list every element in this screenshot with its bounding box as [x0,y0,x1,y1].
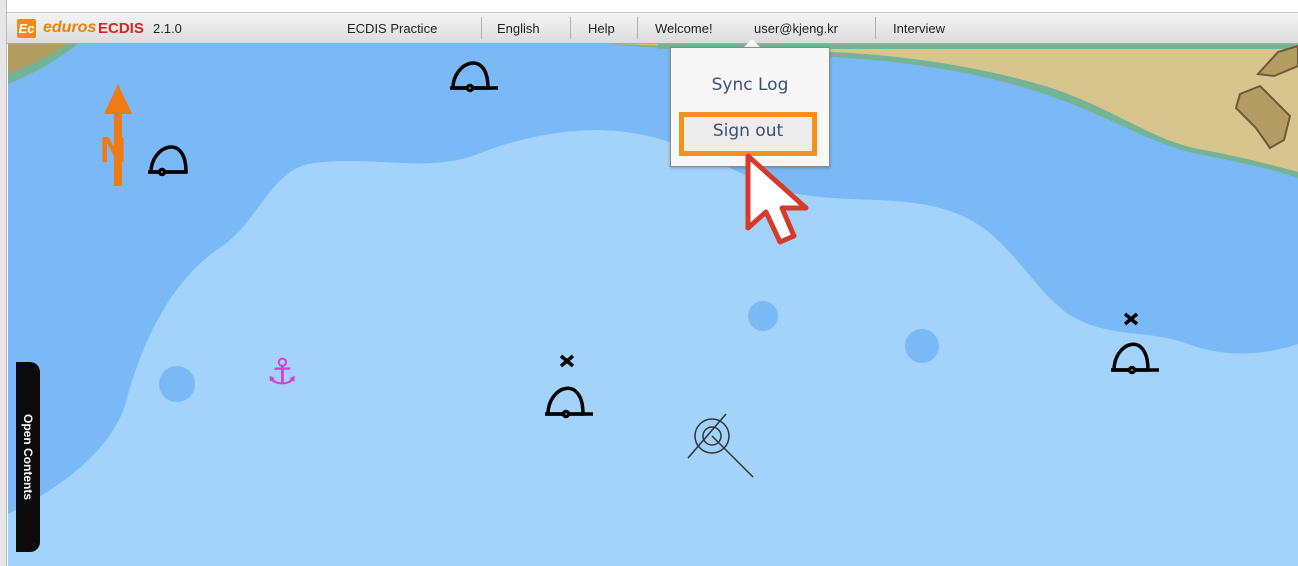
menu-separator [570,17,571,39]
deep-water-spot [159,366,195,402]
menu-separator [481,17,482,39]
north-label: N [100,129,126,170]
menu-language[interactable]: English [497,21,540,36]
deep-water-spot [748,301,778,331]
open-contents-tab[interactable]: Open Contents [16,362,40,552]
menu-separator [875,17,876,39]
window-edge [0,0,7,566]
open-contents-label: Open Contents [21,414,35,500]
app-logo-icon: Ec [17,19,36,38]
app-window: Ec eduros ECDIS 2.1.0 ECDIS Practice Eng… [0,0,1298,566]
nautical-chart-map[interactable]: N ⚓ [8,44,1298,566]
brand-name: eduros [43,19,97,36]
app-version: 2.1.0 [153,21,182,36]
sign-out-menu-item[interactable]: Sign out [684,121,812,141]
user-dropdown-menu: Sync Log Sign out [670,47,830,167]
anchorage-icon: ⚓ [266,352,298,393]
menu-ecdis-practice[interactable]: ECDIS Practice [347,21,437,36]
brand-product: ECDIS [98,20,144,37]
menu-user-account[interactable]: user@kjeng.kr [754,21,838,36]
menu-welcome: Welcome! [655,21,713,36]
menu-help[interactable]: Help [588,21,615,36]
mouse-pointer-icon [745,153,809,245]
deep-water-spot [905,329,939,363]
chart-canvas[interactable]: N ⚓ [8,44,1298,566]
top-menu-bar: Ec eduros ECDIS 2.1.0 ECDIS Practice Eng… [7,12,1298,44]
menu-separator [637,17,638,39]
sync-log-menu-item[interactable]: Sync Log [671,75,829,95]
menu-interview[interactable]: Interview [893,21,945,36]
